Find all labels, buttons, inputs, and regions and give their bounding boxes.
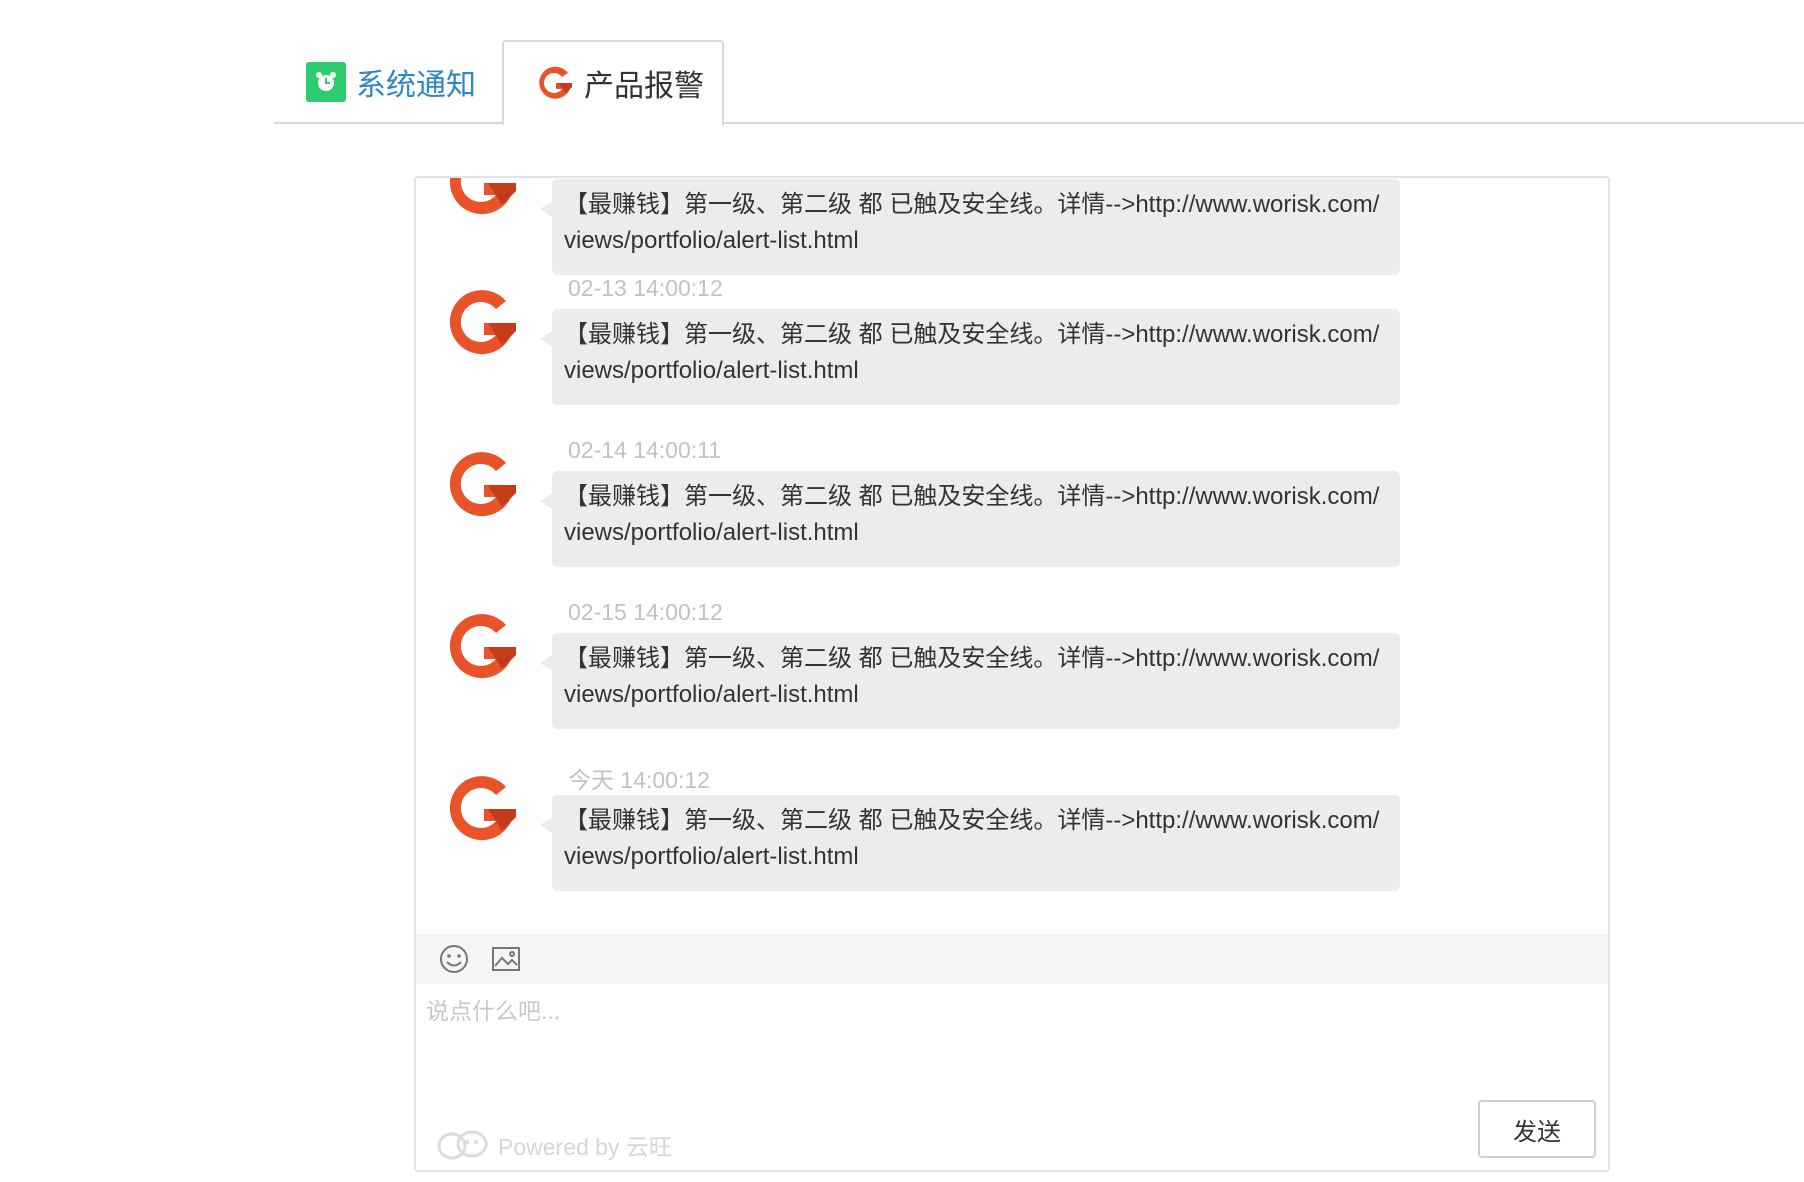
message-item: 02-15 14:00:12 【最赚钱】第一级、第二级 都 已触及安全线。详情-… bbox=[416, 593, 1608, 743]
message-time: 02-13 14:00:12 bbox=[568, 275, 723, 301]
tab-system-notice[interactable]: 系统通知 bbox=[274, 40, 502, 124]
g-logo-avatar-icon bbox=[449, 290, 516, 355]
chat-panel: 【最赚钱】第一级、第二级 都 已触及安全线。详情-->http://www.wo… bbox=[414, 176, 1610, 1172]
message-item: 02-14 14:00:11 【最赚钱】第一级、第二级 都 已触及安全线。详情-… bbox=[416, 431, 1608, 581]
g-logo-avatar-icon bbox=[449, 452, 516, 517]
message-list[interactable]: 【最赚钱】第一级、第二级 都 已触及安全线。详情-->http://www.wo… bbox=[416, 178, 1608, 934]
message-time: 今天 14:00:12 bbox=[568, 767, 710, 793]
tab-bar: 系统通知 产品报警 bbox=[274, 40, 1804, 126]
message-bubble: 【最赚钱】第一级、第二级 都 已触及安全线。详情-->http://www.wo… bbox=[540, 179, 1400, 275]
image-icon[interactable] bbox=[490, 943, 522, 975]
composer-toolbar bbox=[416, 934, 1608, 984]
g-logo-icon bbox=[539, 66, 572, 99]
message-item: 02-13 14:00:12 【最赚钱】第一级、第二级 都 已触及安全线。详情-… bbox=[416, 269, 1608, 419]
message-bubble: 【最赚钱】第一级、第二级 都 已触及安全线。详情-->http://www.wo… bbox=[540, 633, 1400, 729]
message-bubble: 【最赚钱】第一级、第二级 都 已触及安全线。详情-->http://www.wo… bbox=[540, 795, 1400, 891]
message-time: 02-14 14:00:11 bbox=[568, 437, 722, 463]
alarm-clock-icon bbox=[306, 62, 346, 102]
message-bubble: 【最赚钱】第一级、第二级 都 已触及安全线。详情-->http://www.wo… bbox=[540, 309, 1400, 405]
send-button[interactable]: 发送 bbox=[1478, 1100, 1596, 1158]
message-input[interactable] bbox=[424, 990, 1598, 1104]
yunwang-logo-icon bbox=[437, 1130, 488, 1160]
smiley-icon[interactable] bbox=[438, 943, 470, 975]
tab-label: 系统通知 bbox=[356, 69, 476, 102]
message-item: 今天 14:00:12 【最赚钱】第一级、第二级 都 已触及安全线。详情-->h… bbox=[416, 755, 1608, 905]
message-bubble: 【最赚钱】第一级、第二级 都 已触及安全线。详情-->http://www.wo… bbox=[540, 471, 1400, 567]
g-logo-avatar-icon bbox=[449, 178, 516, 215]
powered-by: Powered by 云旺 bbox=[436, 1128, 672, 1162]
g-logo-avatar-icon bbox=[449, 776, 516, 841]
message-item: 【最赚钱】第一级、第二级 都 已触及安全线。详情-->http://www.wo… bbox=[416, 178, 1608, 275]
g-logo-avatar-icon bbox=[449, 614, 516, 679]
powered-by-text: Powered by 云旺 bbox=[498, 1134, 672, 1160]
tab-label: 产品报警 bbox=[584, 70, 704, 103]
message-time: 02-15 14:00:12 bbox=[568, 599, 723, 625]
tab-product-alert[interactable]: 产品报警 bbox=[502, 40, 724, 126]
